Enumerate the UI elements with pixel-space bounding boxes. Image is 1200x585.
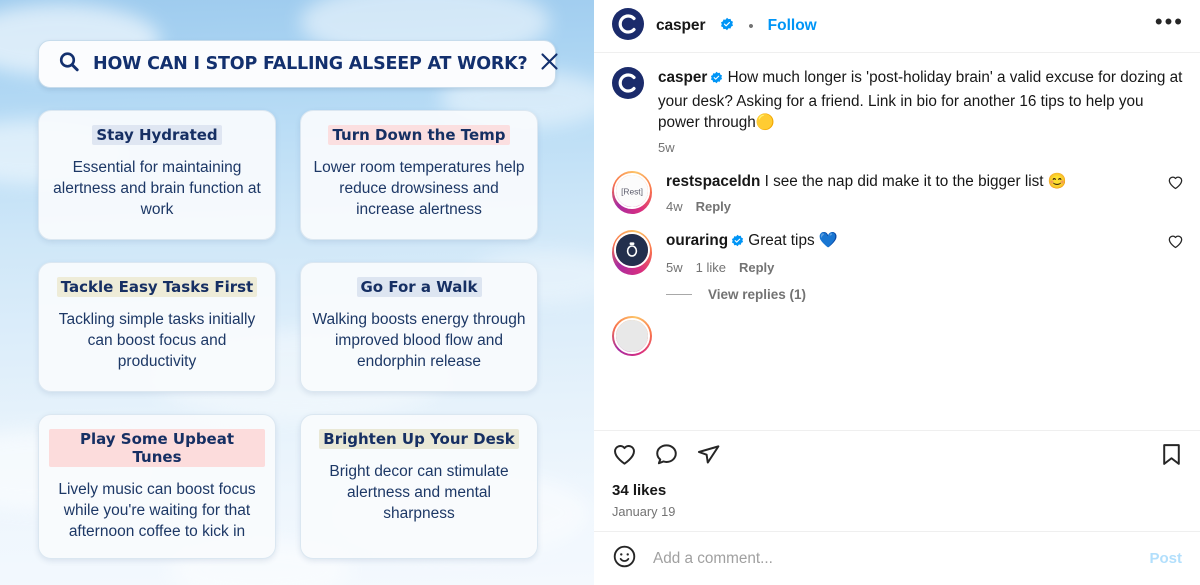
tip-title: Play Some Upbeat Tunes: [49, 429, 265, 467]
comments-list[interactable]: casper How much longer is 'post-holiday …: [594, 53, 1200, 430]
tip-body: Tackling simple tasks initially can boos…: [58, 311, 256, 371]
post-caption: casper How much longer is 'post-holiday …: [612, 67, 1184, 155]
search-icon: [57, 50, 81, 79]
tip-card: Stay Hydrated Essential for maintaining …: [38, 110, 276, 240]
tip-body: Lower room temperatures help reduce drow…: [313, 159, 525, 219]
comment-username[interactable]: restspaceldn: [666, 173, 760, 190]
avatar[interactable]: [612, 67, 644, 155]
likes-count[interactable]: 34 likes: [594, 472, 1200, 499]
tip-body: Essential for maintaining alertness and …: [53, 159, 261, 219]
search-bar[interactable]: HOW CAN I STOP FALLING ALSEEP AT WORK?: [38, 40, 559, 88]
view-replies-label: View replies (1): [708, 286, 807, 302]
tip-title: Brighten Up Your Desk: [319, 429, 519, 449]
verified-badge-icon: [731, 232, 744, 254]
post-image-content: HOW CAN I STOP FALLING ALSEEP AT WORK? S…: [0, 0, 594, 560]
tip-title: Turn Down the Temp: [328, 125, 510, 145]
post-actions: [594, 430, 1200, 472]
header-username[interactable]: casper: [656, 17, 705, 35]
post-sidebar: casper • Follow ••• casper How much long…: [594, 0, 1200, 585]
post-date: January 19: [612, 504, 676, 519]
comment-icon[interactable]: [654, 442, 679, 472]
follow-button[interactable]: Follow: [768, 17, 817, 35]
view-replies-button[interactable]: View replies (1): [666, 287, 1184, 302]
comment-meta: 4w Reply: [666, 199, 1153, 214]
comment-meta: 5w 1 like Reply: [666, 260, 1153, 275]
separator-dot: •: [748, 17, 754, 35]
tip-card: Go For a Walk Walking boosts energy thro…: [300, 262, 538, 392]
comment-text: I see the nap did make it to the bigger …: [764, 173, 1044, 191]
comment-text-wrap: ouraring Great tips 💙: [666, 230, 1153, 254]
add-comment-bar: Post: [594, 531, 1200, 585]
post-header: casper • Follow •••: [594, 0, 1200, 53]
comment-like-icon[interactable]: [1167, 171, 1184, 214]
share-icon[interactable]: [696, 442, 721, 472]
comment-likes: 1 like: [695, 259, 726, 275]
comment-item: ouraring Great tips 💙 5w 1 like Reply: [612, 229, 1184, 275]
search-query-text: HOW CAN I STOP FALLING ALSEEP AT WORK?: [93, 54, 528, 74]
caption-username[interactable]: casper: [658, 69, 707, 86]
caption-body: casper How much longer is 'post-holiday …: [658, 67, 1184, 155]
comment-body: ouraring Great tips 💙 5w 1 like Reply: [666, 230, 1153, 275]
verified-badge-icon: [720, 17, 734, 36]
caption-timestamp: 5w: [658, 140, 675, 156]
reply-button[interactable]: Reply: [739, 260, 774, 275]
tip-card: Brighten Up Your Desk Bright decor can s…: [300, 414, 538, 560]
bookmark-icon[interactable]: [1159, 442, 1184, 472]
more-options-icon[interactable]: •••: [1155, 11, 1184, 35]
comment-item: [Rest] restspaceldn I see the nap did ma…: [612, 171, 1184, 214]
comment-body: restspaceldn I see the nap did make it t…: [666, 171, 1153, 214]
tip-body: Lively music can boost focus while you'r…: [58, 481, 256, 541]
tip-body: Walking boosts energy through improved b…: [312, 311, 526, 371]
tip-title: Go For a Walk: [356, 277, 482, 297]
avatar[interactable]: [Rest]: [614, 173, 650, 210]
comment-text-wrap: restspaceldn I see the nap did make it t…: [666, 171, 1153, 193]
comment-timestamp: 4w: [666, 198, 683, 214]
instagram-post-view: HOW CAN I STOP FALLING ALSEEP AT WORK? S…: [0, 0, 1200, 585]
post-comment-button[interactable]: Post: [1149, 550, 1182, 567]
comment-like-icon[interactable]: [1167, 230, 1184, 275]
tips-grid: Stay Hydrated Essential for maintaining …: [38, 110, 556, 560]
divider-line: [666, 293, 692, 295]
story-ring[interactable]: [Rest]: [612, 171, 652, 214]
tip-title: Tackle Easy Tasks First: [56, 277, 258, 297]
story-ring[interactable]: [612, 229, 652, 275]
comment-timestamp: 5w: [666, 259, 683, 275]
tip-body: Bright decor can stimulate alertness and…: [329, 463, 509, 523]
tip-card: Play Some Upbeat Tunes Lively music can …: [38, 414, 276, 560]
tip-card: Tackle Easy Tasks First Tackling simple …: [38, 262, 276, 392]
caption-emoji: 🟡: [755, 114, 775, 132]
comment-item-partial: [612, 315, 1184, 356]
heart-icon[interactable]: [612, 442, 637, 472]
post-image[interactable]: HOW CAN I STOP FALLING ALSEEP AT WORK? S…: [0, 0, 594, 585]
caption-text: How much longer is 'post-holiday brain' …: [658, 69, 1183, 132]
comment-emoji: 😊: [1047, 173, 1067, 191]
reply-button[interactable]: Reply: [696, 199, 731, 214]
tip-card: Turn Down the Temp Lower room temperatur…: [300, 110, 538, 240]
svg-text:[Rest]: [Rest]: [621, 187, 643, 197]
avatar[interactable]: [612, 7, 644, 45]
avatar[interactable]: [614, 317, 650, 354]
emoji-icon[interactable]: [612, 544, 637, 574]
comment-emoji: 💙: [818, 231, 838, 249]
caption-text-wrap: casper How much longer is 'post-holiday …: [658, 67, 1184, 134]
add-comment-input[interactable]: [653, 549, 1134, 568]
story-ring[interactable]: [612, 315, 652, 356]
caption-meta: 5w: [658, 140, 1184, 155]
comment-username[interactable]: ouraring: [666, 232, 728, 249]
avatar[interactable]: [614, 231, 650, 268]
close-icon[interactable]: [540, 52, 559, 76]
tip-title: Stay Hydrated: [92, 125, 222, 145]
comment-text: Great tips: [748, 231, 815, 249]
verified-badge-icon: [710, 69, 723, 91]
